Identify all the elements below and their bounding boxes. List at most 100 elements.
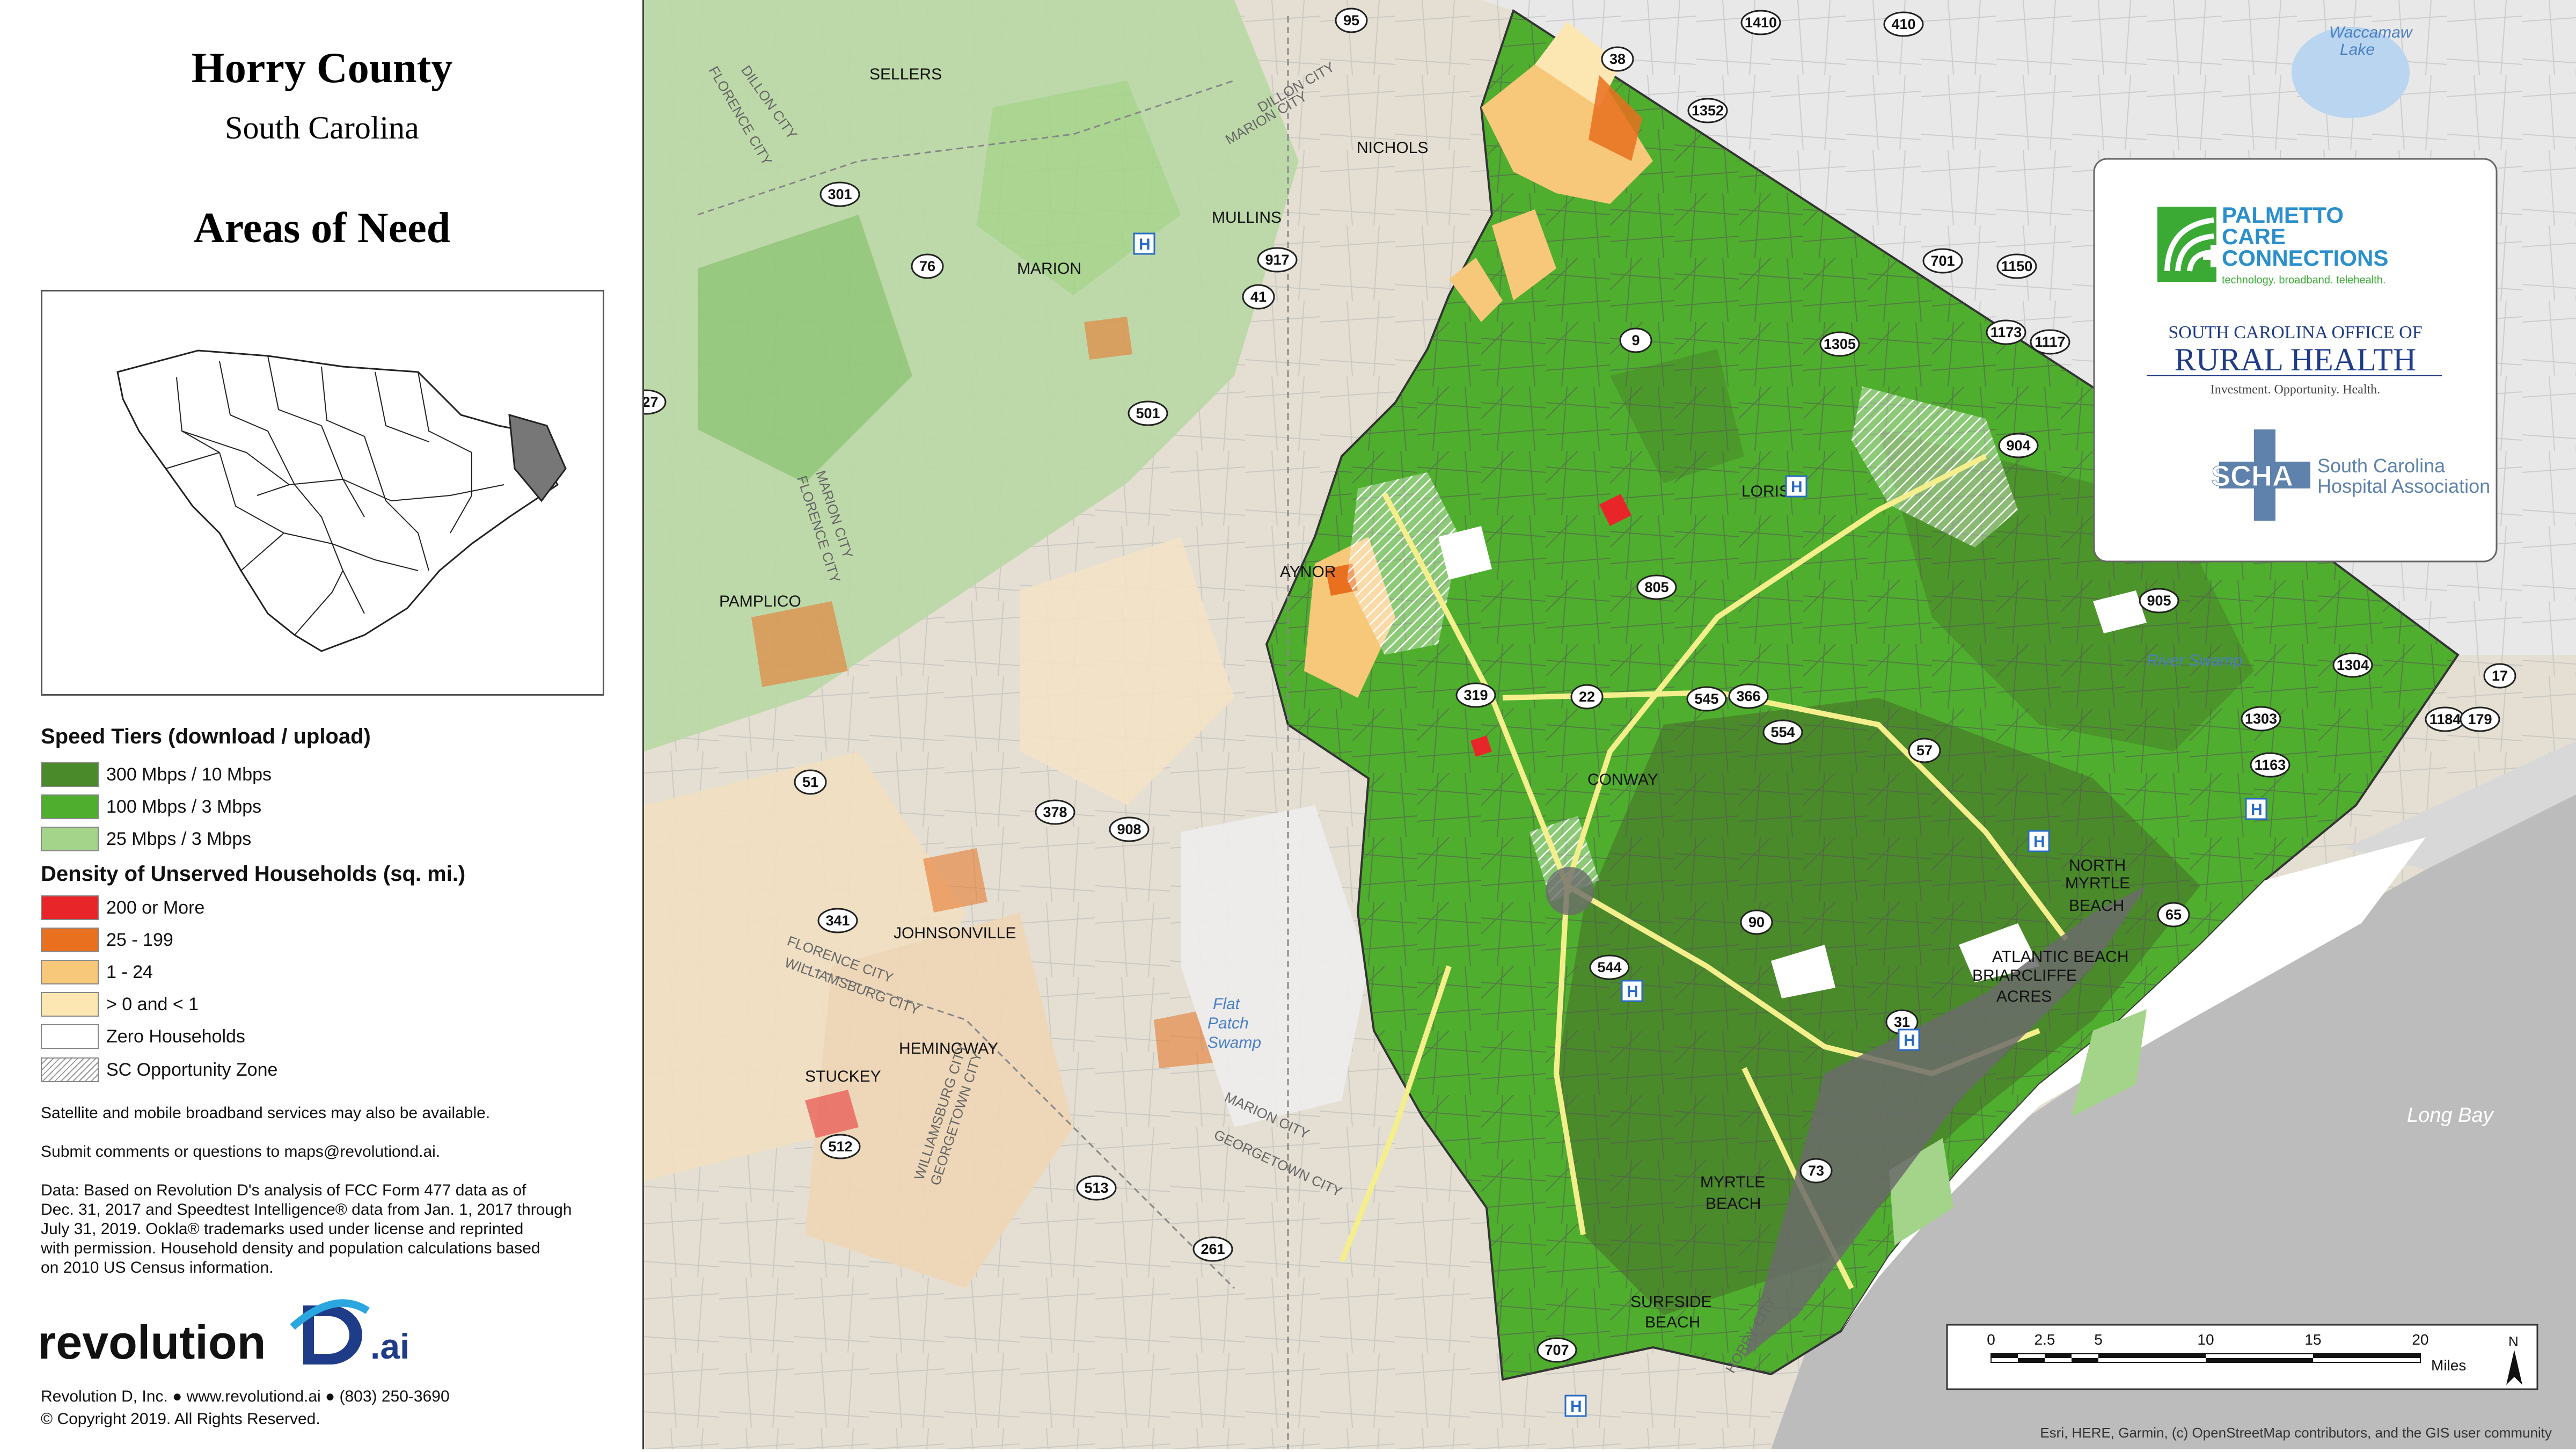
svg-text:545: 545 [1694, 691, 1718, 707]
hospital-icon: H [2028, 830, 2050, 852]
route-shield-301: 301 [819, 181, 860, 207]
route-shield-554: 554 [1762, 719, 1803, 745]
route-shield-501: 501 [1128, 400, 1168, 426]
route-shield-904: 904 [1998, 433, 2039, 458]
svg-text:554: 554 [1770, 724, 1795, 740]
submit-note: Submit comments or questions to maps@rev… [41, 1143, 441, 1161]
svg-text:544: 544 [1597, 959, 1621, 975]
label-aynor: AYNOR [1280, 563, 1336, 581]
label-surfside-2: BEACH [1645, 1314, 1700, 1331]
svg-text:Lake: Lake [2340, 41, 2375, 59]
satellite-note: Satellite and mobile broadband services … [41, 1104, 491, 1122]
swatch-25 [41, 827, 99, 851]
legend-label-200-plus: 200 or More [106, 898, 205, 918]
legend-label-1-24: 1 - 24 [106, 962, 153, 982]
svg-text:90: 90 [1748, 914, 1765, 930]
svg-text:1117: 1117 [2035, 334, 2065, 350]
hospital-icon: H [1564, 1395, 1587, 1417]
route-shield-545: 545 [1686, 686, 1727, 712]
route-shield-90: 90 [1740, 909, 1773, 935]
svg-text:Swamp: Swamp [1208, 1034, 1261, 1052]
svg-text:378: 378 [1043, 804, 1067, 820]
label-johnsonville: JOHNSONVILLE [894, 924, 1016, 942]
svg-text:9: 9 [1631, 332, 1640, 348]
urban-conway [1546, 867, 1594, 915]
route-shield-1184: 1184 [2425, 706, 2465, 732]
svg-text:SCHA: SCHA [2211, 460, 2293, 492]
swatch-25-199 [41, 928, 99, 952]
svg-text:73: 73 [1808, 1163, 1824, 1179]
route-shield-319: 319 [1455, 682, 1496, 708]
svg-text:H: H [2033, 833, 2045, 851]
route-shield-1303: 1303 [2241, 706, 2281, 732]
svg-text:301: 301 [828, 186, 852, 202]
label-north-myrtle-1: NORTH [2069, 857, 2126, 874]
svg-text:38: 38 [1609, 51, 1626, 67]
svg-text:261: 261 [1201, 1241, 1225, 1257]
svg-text:327: 327 [644, 394, 658, 410]
legend-label-under-1: > 0 and < 1 [106, 994, 199, 1015]
route-shield-41: 41 [1242, 284, 1275, 310]
swatch-zero [41, 1024, 99, 1049]
svg-text:341: 341 [825, 913, 850, 929]
route-shield-512: 512 [820, 1134, 861, 1159]
label-conway: CONWAY [1587, 771, 1658, 789]
route-shield-1305: 1305 [1819, 331, 1860, 357]
route-shield-73: 73 [1799, 1158, 1833, 1184]
label-stuckey: STUCKEY [805, 1068, 881, 1085]
svg-text:1304: 1304 [2337, 657, 2369, 673]
svg-text:H: H [1904, 1032, 1915, 1049]
route-shield-57: 57 [1908, 738, 1941, 763]
map-subtitle: Areas of Need [193, 205, 451, 252]
label-myrtle-beach-1: MYRTLE [1700, 1173, 1765, 1191]
swatch-200-plus [41, 895, 99, 920]
route-shield-366: 366 [1728, 683, 1769, 709]
route-shield-38: 38 [1601, 46, 1634, 72]
svg-text:707: 707 [1545, 1342, 1569, 1358]
label-briarcliffe-2: ACRES [1996, 988, 2052, 1005]
swatch-under-1 [41, 992, 99, 1017]
svg-text:41: 41 [1250, 289, 1267, 305]
svg-text:South Carolina: South Carolina [2317, 455, 2446, 477]
svg-text:1352: 1352 [1692, 103, 1724, 119]
map-title: Horry County [191, 45, 453, 92]
route-shield-410: 410 [1883, 11, 1924, 37]
hospital-icon: H [1133, 232, 1155, 255]
route-shield-701: 701 [1922, 248, 1963, 274]
svg-text:River Swamp: River Swamp [2147, 652, 2242, 669]
route-shield-22: 22 [1570, 684, 1604, 710]
legend-label-opportunity-zone: SC Opportunity Zone [106, 1060, 278, 1080]
svg-text:SOUTH CAROLINA OFFICE OF: SOUTH CAROLINA OFFICE OF [2168, 323, 2422, 342]
swatch-opportunity-zone [41, 1057, 99, 1082]
map-area[interactable]: PALMETTO CARE CONNECTIONS technology. br… [626, 0, 2576, 1449]
legend-panel: Horry County South Carolina Areas of Nee… [0, 0, 644, 1449]
svg-text:701: 701 [1930, 253, 1955, 269]
south-carolina-outline [116, 349, 559, 652]
svg-text:1303: 1303 [2245, 711, 2277, 727]
label-loris: LORIS [1741, 483, 1790, 500]
svg-text:22: 22 [1579, 689, 1595, 705]
svg-text:1184: 1184 [2429, 711, 2461, 727]
route-shield-513: 513 [1076, 1175, 1117, 1201]
svg-text:H: H [1791, 478, 1803, 496]
svg-text:501: 501 [1136, 405, 1160, 421]
svg-text:319: 319 [1463, 687, 1488, 703]
partner-logos-box: PALMETTO CARE CONNECTIONS technology. br… [2093, 158, 2498, 563]
svg-text:H: H [1139, 236, 1151, 253]
route-shield-1173: 1173 [1986, 319, 2026, 345]
svg-text:908: 908 [1117, 821, 1141, 837]
route-shield-179: 179 [2460, 706, 2500, 732]
svg-text:917: 917 [1265, 252, 1289, 268]
svg-text:Long Bay: Long Bay [2407, 1104, 2494, 1127]
map-state: South Carolina [225, 110, 419, 145]
label-atlantic-beach: ATLANTIC BEACH [1992, 948, 2129, 966]
svg-text:1305: 1305 [1824, 336, 1856, 352]
route-shield-805: 805 [1636, 574, 1677, 600]
svg-text:512: 512 [828, 1139, 852, 1155]
legend-label-25-199: 25 - 199 [106, 930, 173, 950]
state-inset-map [41, 290, 604, 696]
hospital-icon: H [2245, 798, 2267, 820]
hospital-icon: H [1621, 980, 1643, 1002]
route-shield-1163: 1163 [2250, 752, 2290, 778]
svg-text:17: 17 [2492, 668, 2508, 684]
